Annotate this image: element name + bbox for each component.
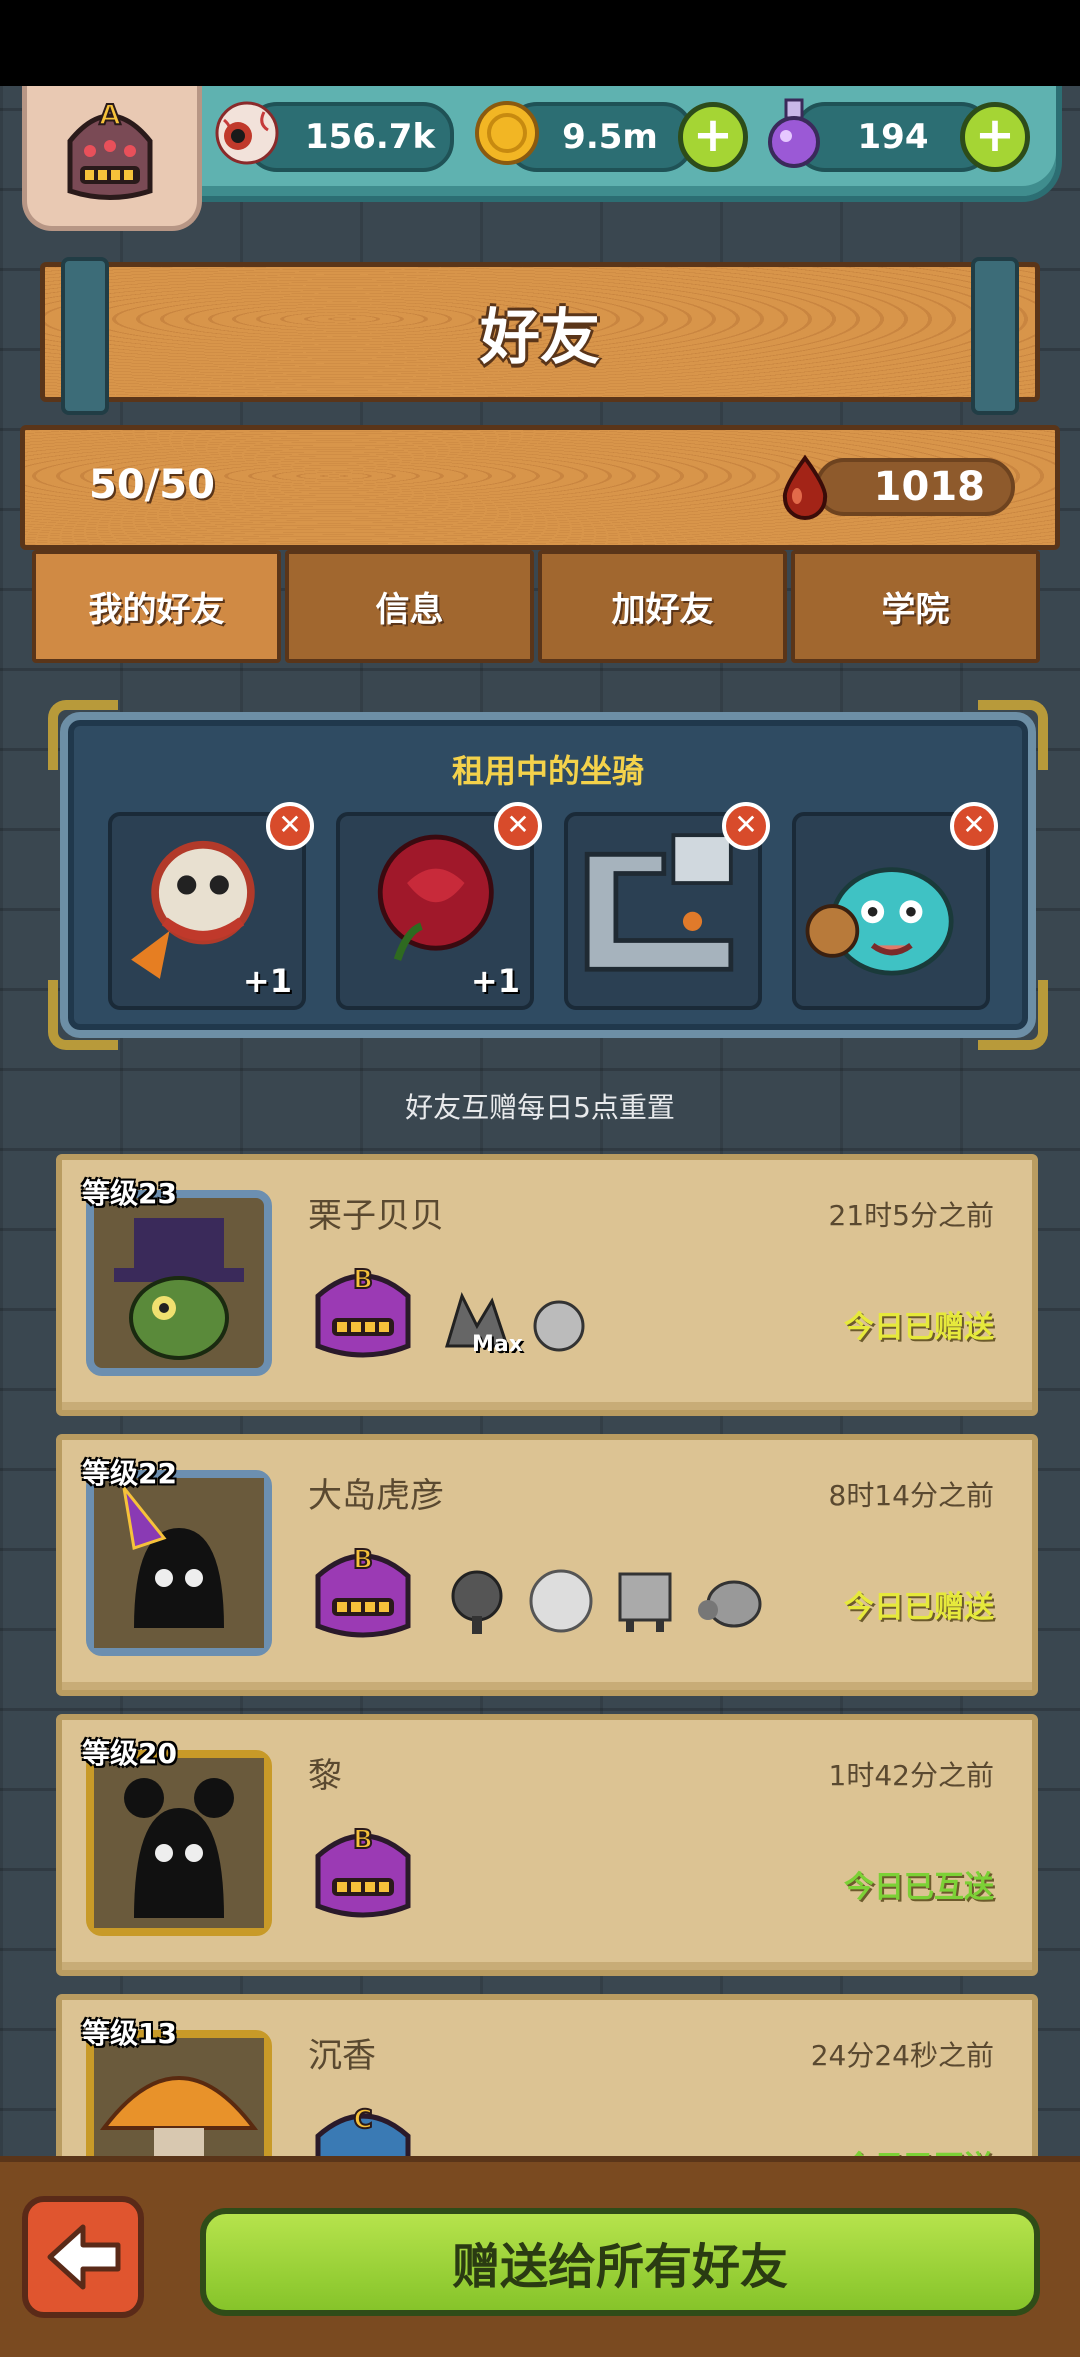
- eyeball-icon: [215, 101, 279, 165]
- friend-last-seen: 8时14分之前: [828, 1479, 994, 1512]
- daily-reset-note: 好友互赠每日5点重置: [405, 1091, 675, 1124]
- potion-value: 194: [857, 117, 929, 157]
- back-button[interactable]: [22, 2196, 144, 2318]
- remove-mount-button[interactable]: ✕: [950, 802, 998, 850]
- max-label: Max: [472, 1332, 523, 1357]
- rank-badge-icon: B: [315, 1544, 411, 1638]
- rank-letter: B: [353, 1825, 373, 1855]
- tab-academy[interactable]: 学院: [791, 550, 1040, 663]
- friend-last-seen: 1时42分之前: [828, 1759, 994, 1792]
- send-to-all-friends-button[interactable]: 赠送给所有好友: [200, 2208, 1040, 2316]
- friend-avatar[interactable]: [86, 1470, 272, 1656]
- shadow-monster-avatar-icon: [94, 1758, 264, 1928]
- coin-icon: [475, 101, 539, 165]
- remove-mount-button[interactable]: ✕: [722, 802, 770, 850]
- mount-slot[interactable]: ✕: [792, 802, 998, 1010]
- tab-messages[interactable]: 信息: [285, 550, 534, 663]
- mount-slot[interactable]: ✕ +1: [108, 802, 314, 1010]
- machine-mount-icon: [584, 833, 734, 972]
- friend-level: 等级20: [82, 1737, 177, 1770]
- friend-name: 大岛虎彦: [308, 1476, 444, 1516]
- status-bar: [0, 0, 1080, 86]
- tab-bar: 我的好友 信息 加好友 学院: [32, 550, 1044, 663]
- blood-value: 1018: [873, 464, 985, 510]
- title-board: 好友: [40, 257, 1040, 415]
- gift-status: 今日已赠送: [844, 1590, 994, 1625]
- page-title: 好友: [480, 302, 600, 373]
- gift-status: 今日已互送: [844, 1870, 994, 1905]
- rank-letter: B: [353, 1545, 373, 1575]
- potion-icon: [768, 98, 820, 168]
- rank-badge-icon: B: [315, 1824, 411, 1918]
- monster-avatar-icon: A: [67, 97, 153, 200]
- back-arrow-icon: [47, 2224, 121, 2290]
- mount-bonus: +1: [470, 962, 520, 1000]
- friend-row[interactable]: 等级23 栗子贝贝 21时5分之前 B Max 今日已赠送: [56, 1154, 1038, 1416]
- remove-mount-button[interactable]: ✕: [494, 802, 542, 850]
- mount-thumbnail-icon: [698, 1580, 762, 1628]
- friend-level: 等级13: [82, 2017, 177, 2050]
- friends-info-board: 50/50 1018: [20, 425, 1060, 550]
- friend-name: 栗子贝贝: [308, 1196, 444, 1236]
- friend-last-seen: 21时5分之前: [828, 1199, 994, 1232]
- mount-slot[interactable]: ✕ +1: [336, 802, 542, 1010]
- witch-monster-avatar-icon: [114, 1218, 244, 1360]
- coin-value: 9.5m: [562, 117, 658, 157]
- rank-letter: A: [99, 98, 121, 131]
- rented-mounts-title: 租用中的坐骑: [451, 752, 644, 790]
- rank-letter: B: [353, 1265, 373, 1295]
- friends-count: 50/50: [89, 462, 215, 508]
- friend-row[interactable]: 等级22 大岛虎彦 8时14分之前 B 今日已赠送: [56, 1434, 1038, 1696]
- rank-badge-icon: B: [315, 1264, 411, 1358]
- fish-mount-icon: [805, 867, 954, 976]
- rented-mounts-panel: 租用中的坐骑 ✕ +1 ✕ +1 ✕ ✕: [48, 700, 1048, 1050]
- blood-counter: 1018: [815, 458, 1015, 516]
- add-potions-button[interactable]: +: [960, 102, 1030, 172]
- remove-mount-button[interactable]: ✕: [266, 802, 314, 850]
- party-hat-monster-avatar-icon: [94, 1478, 264, 1648]
- rank-letter: C: [353, 2105, 372, 2135]
- gift-status: 今日已赠送: [844, 1310, 994, 1345]
- mount-bonus: +1: [242, 962, 292, 1000]
- player-rank-badge[interactable]: A: [22, 86, 202, 231]
- tab-my-friends[interactable]: 我的好友: [32, 550, 281, 663]
- left-board-pin: [61, 257, 109, 415]
- mount-thumbnail-icon: [529, 1569, 593, 1633]
- friend-avatar[interactable]: [86, 1190, 272, 1376]
- friend-avatar[interactable]: [86, 1750, 272, 1936]
- friend-row[interactable]: 等级20 黎 1时42分之前 B 今日已互送: [56, 1714, 1038, 1976]
- friend-name: 沉香: [308, 2036, 376, 2076]
- add-coins-button[interactable]: +: [678, 102, 748, 172]
- mount-thumbnail-icon: [533, 1300, 585, 1352]
- mount-slot[interactable]: ✕: [564, 802, 770, 1010]
- eyeball-value: 156.7k: [304, 117, 436, 157]
- friend-name: 黎: [308, 1756, 342, 1796]
- blood-drop-icon: [782, 454, 828, 520]
- friend-level: 等级23: [82, 1177, 177, 1210]
- tab-add-friend[interactable]: 加好友: [538, 550, 787, 663]
- right-board-pin: [971, 257, 1019, 415]
- mount-thumbnail-icon: [451, 1570, 503, 1634]
- friend-last-seen: 24分24秒之前: [810, 2039, 994, 2072]
- mount-thumbnail-icon: [618, 1572, 672, 1632]
- friend-level: 等级22: [82, 1457, 177, 1490]
